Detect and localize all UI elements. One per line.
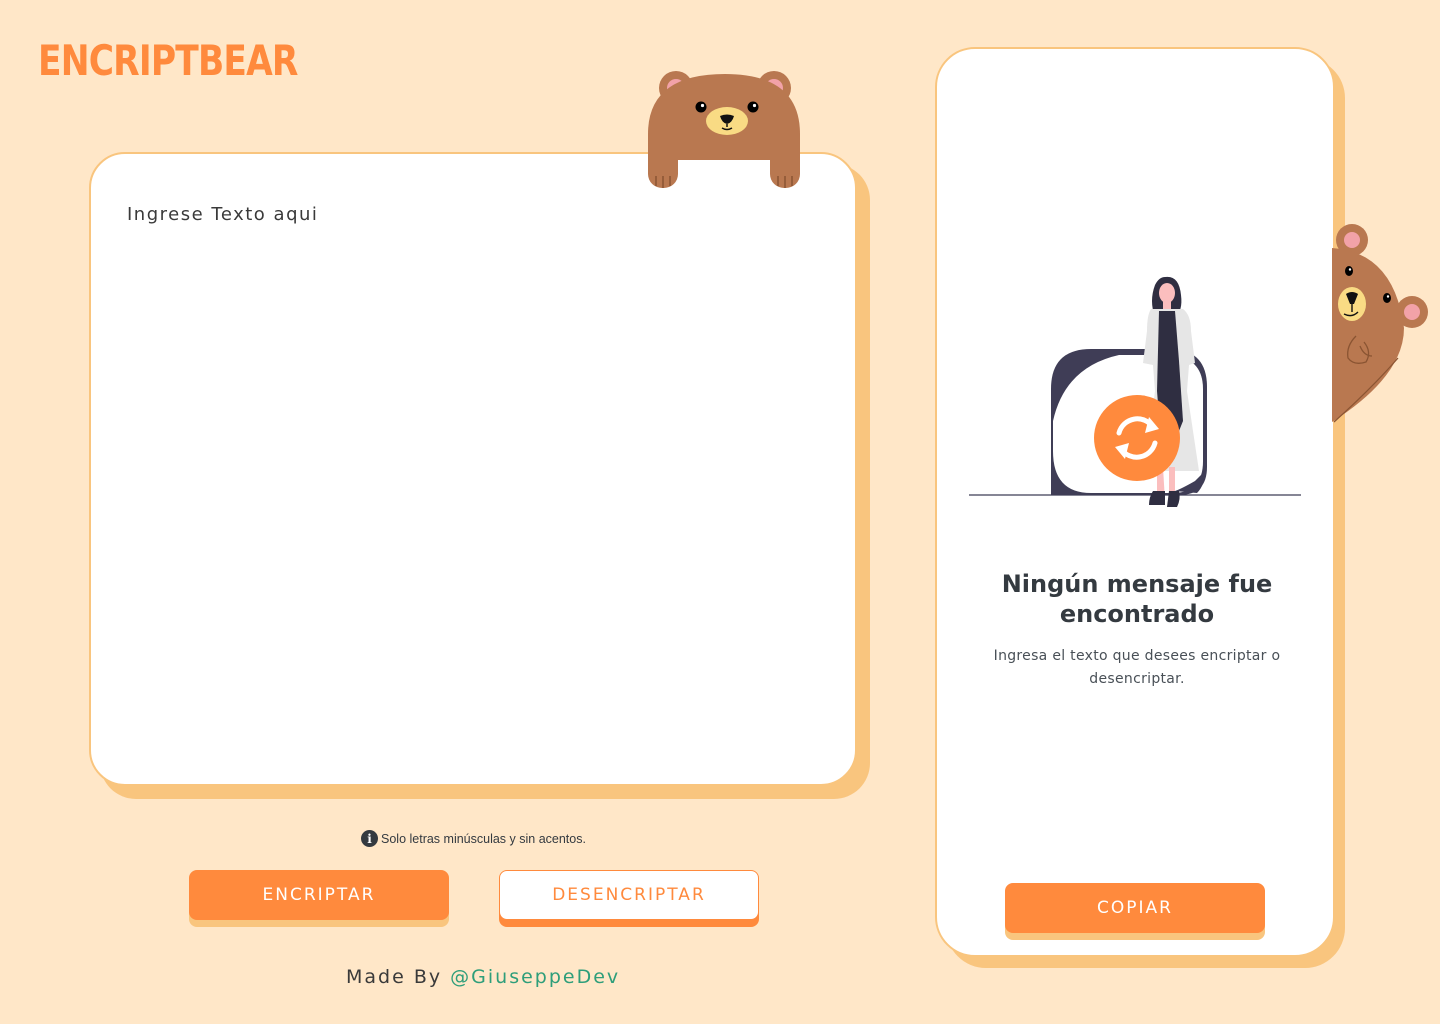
input-hint: i Solo letras minúsculas y sin acentos. — [361, 830, 586, 847]
empty-state-illustration — [969, 276, 1301, 507]
app-logo: ENCRIPTBEAR — [38, 36, 298, 85]
encrypt-button[interactable]: ENCRIPTAR — [189, 870, 449, 920]
empty-state-title: Ningún mensaje fue encontrado — [1001, 570, 1273, 628]
output-card: Ningún mensaje fue encontrado Ingresa el… — [935, 47, 1335, 957]
footer-credit: Made By @GiuseppeDev — [346, 966, 620, 988]
copy-button[interactable]: COPIAR — [1005, 883, 1265, 933]
bear-peeking-icon — [648, 71, 800, 188]
text-input[interactable] — [127, 204, 817, 744]
decrypt-button-wrap: DESENCRIPTAR — [499, 870, 759, 927]
bear-side-peeking-icon — [1332, 224, 1428, 423]
author-link[interactable]: @GiuseppeDev — [450, 966, 620, 988]
copy-button-wrap: COPIAR — [1005, 883, 1265, 940]
empty-state-subtitle: Ingresa el texto que desees encriptar o … — [993, 648, 1281, 687]
input-card — [89, 152, 857, 786]
made-by-text: Made By — [346, 966, 443, 988]
encrypt-button-wrap: ENCRIPTAR — [189, 870, 449, 927]
decrypt-button[interactable]: DESENCRIPTAR — [499, 870, 759, 920]
info-icon: i — [361, 830, 378, 847]
hint-text: Solo letras minúsculas y sin acentos. — [381, 831, 586, 846]
